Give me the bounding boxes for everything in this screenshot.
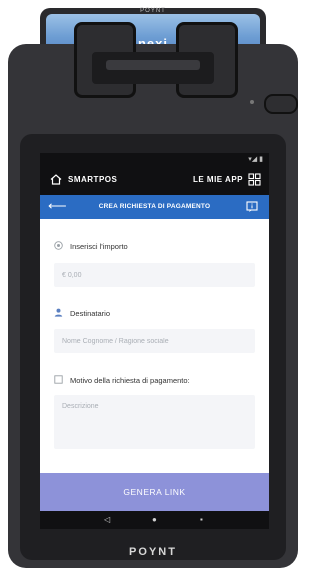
recipient-input[interactable] <box>54 329 255 353</box>
nav-home-icon[interactable]: ● <box>152 515 157 525</box>
terminal-screen: ▾◢ ▮ SMARTPOS LE MIE APP ⟵ CREA RICHIEST… <box>40 153 269 529</box>
app-grid-icon[interactable] <box>248 173 261 186</box>
amount-input[interactable] <box>54 263 255 287</box>
recipient-label: Destinatario <box>70 309 111 318</box>
android-nav-bar: ◁ ● ▪ <box>40 511 269 529</box>
description-textarea[interactable] <box>54 395 255 449</box>
euro-coin-icon <box>54 241 63 250</box>
status-led <box>250 100 254 104</box>
receipt-printer <box>92 52 214 84</box>
power-button[interactable] <box>264 94 298 114</box>
device-brand: POYNT <box>129 546 177 558</box>
page-title: CREA RICHIESTA DI PAGAMENTO <box>98 203 211 210</box>
person-icon <box>54 308 63 317</box>
app-header: SMARTPOS LE MIE APP <box>40 165 269 195</box>
generate-link-button[interactable]: GENERA LINK <box>40 473 269 511</box>
amount-label: Inserisci l'importo <box>70 242 128 251</box>
status-bar: ▾◢ ▮ <box>40 153 269 165</box>
reason-checkbox-icon[interactable] <box>54 375 63 384</box>
my-apps-link[interactable]: LE MIE APP <box>193 175 243 184</box>
status-icons: ▾◢ ▮ <box>248 156 263 163</box>
home-icon[interactable] <box>50 174 62 185</box>
page-title-bar: ⟵ CREA RICHIESTA DI PAGAMENTO <box>40 195 269 219</box>
info-icon[interactable] <box>246 201 258 212</box>
reason-label: Motivo della richiesta di pagamento: <box>70 376 190 385</box>
nav-back-icon[interactable]: ◁ <box>104 515 110 525</box>
nav-recent-icon[interactable]: ▪ <box>200 515 203 525</box>
app-name[interactable]: SMARTPOS <box>68 175 117 184</box>
